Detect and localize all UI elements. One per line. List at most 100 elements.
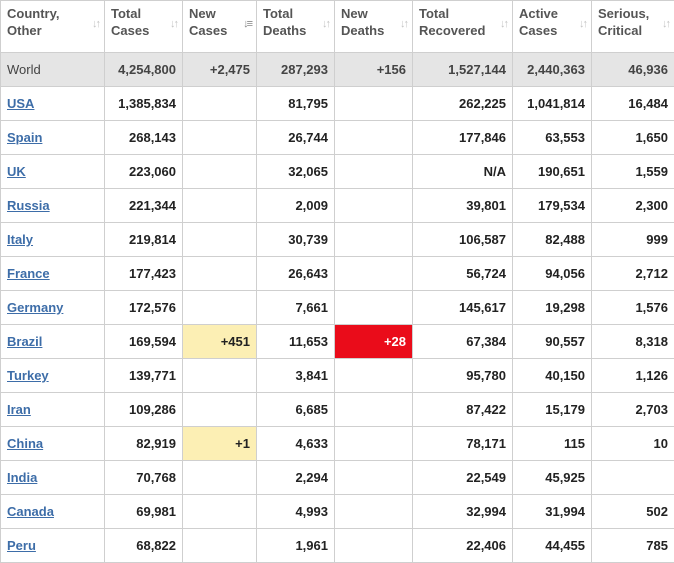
header-line-1: New: [341, 6, 368, 21]
total-deaths-cell: 4,993: [257, 495, 335, 529]
world-new-deaths: +156: [335, 53, 413, 87]
column-header-total-deaths[interactable]: Total Deaths ↓↑: [257, 1, 335, 53]
serious-critical-cell: 785: [592, 529, 674, 563]
sort-arrows-icon[interactable]: ↓↑: [662, 18, 669, 30]
new-cases-cell: [183, 155, 257, 189]
total-cases-cell: 221,344: [105, 189, 183, 223]
column-header-new-cases[interactable]: New Cases ↓≡: [183, 1, 257, 53]
serious-critical-cell: 1,126: [592, 359, 674, 393]
country-link[interactable]: India: [7, 470, 37, 485]
header-line-2: Deaths: [263, 23, 306, 38]
column-header-serious-critical[interactable]: Serious,Critical↓↑: [592, 1, 674, 53]
sort-arrows-icon[interactable]: ↓↑: [500, 18, 507, 30]
column-header-label: TotalCases: [111, 5, 176, 39]
total-recovered-cell: 32,994: [413, 495, 513, 529]
table-row: Spain268,14326,744177,84663,5531,650: [1, 121, 674, 155]
country-link[interactable]: Turkey: [7, 368, 49, 383]
table-row: France177,42326,64356,72494,0562,712: [1, 257, 674, 291]
total-deaths-cell: 26,643: [257, 257, 335, 291]
country-link[interactable]: Brazil: [7, 334, 42, 349]
header-line-2: Cases: [111, 23, 149, 38]
table-header: Country,Other↓↑TotalCases↓↑NewCases↓≡Tot…: [1, 1, 674, 53]
new-cases-cell: +451: [183, 325, 257, 359]
total-cases-cell: 82,919: [105, 427, 183, 461]
total-recovered-cell: 22,549: [413, 461, 513, 495]
total-cases-cell: 268,143: [105, 121, 183, 155]
table-row: Canada69,9814,99332,99431,994502: [1, 495, 674, 529]
new-deaths-cell: [335, 189, 413, 223]
total-cases-cell: 219,814: [105, 223, 183, 257]
table-row: Germany172,5767,661145,61719,2981,576: [1, 291, 674, 325]
country-link[interactable]: Iran: [7, 402, 31, 417]
sort-arrows-icon[interactable]: ↓↑: [579, 18, 586, 30]
active-cases-cell: 90,557: [513, 325, 592, 359]
total-recovered-cell: 262,225: [413, 87, 513, 121]
sort-arrows-icon[interactable]: ↓↑: [92, 18, 99, 30]
serious-critical-cell: 502: [592, 495, 674, 529]
active-cases-cell: 94,056: [513, 257, 592, 291]
total-recovered-cell: 39,801: [413, 189, 513, 223]
country-link[interactable]: Peru: [7, 538, 36, 553]
new-deaths-cell: [335, 291, 413, 325]
active-cases-cell: 115: [513, 427, 592, 461]
column-header-country-other[interactable]: Country,Other↓↑: [1, 1, 105, 53]
sort-arrows-icon[interactable]: ↓↑: [400, 18, 407, 30]
total-recovered-cell: 67,384: [413, 325, 513, 359]
sort-arrows-icon[interactable]: ↓↑: [170, 18, 177, 30]
total-recovered-cell: 106,587: [413, 223, 513, 257]
country-link[interactable]: Russia: [7, 198, 50, 213]
active-cases-cell: 19,298: [513, 291, 592, 325]
country-link[interactable]: Spain: [7, 130, 42, 145]
total-deaths-cell: 81,795: [257, 87, 335, 121]
world-active-cases: 2,440,363: [513, 53, 592, 87]
total-recovered-cell: 56,724: [413, 257, 513, 291]
column-header-total-cases[interactable]: TotalCases↓↑: [105, 1, 183, 53]
country-cell: Iran: [1, 393, 105, 427]
country-cell: Spain: [1, 121, 105, 155]
sort-arrows-icon[interactable]: ↓≡: [243, 18, 251, 30]
serious-critical-cell: 999: [592, 223, 674, 257]
table-row: Turkey139,7713,84195,78040,1501,126: [1, 359, 674, 393]
new-deaths-cell: +28: [335, 325, 413, 359]
column-header-new-deaths[interactable]: NewDeaths↓↑: [335, 1, 413, 53]
total-cases-cell: 68,822: [105, 529, 183, 563]
serious-critical-cell: 2,712: [592, 257, 674, 291]
total-recovered-cell: 145,617: [413, 291, 513, 325]
column-header-active-cases[interactable]: ActiveCases↓↑: [513, 1, 592, 53]
country-link[interactable]: France: [7, 266, 50, 281]
new-cases-cell: [183, 223, 257, 257]
country-link[interactable]: USA: [7, 96, 34, 111]
total-deaths-cell: 1,961: [257, 529, 335, 563]
header-line-1: Active: [519, 6, 558, 21]
header-line-1: Total: [263, 6, 293, 21]
column-header-label: ActiveCases: [519, 5, 585, 39]
header-row: Country,Other↓↑TotalCases↓↑NewCases↓≡Tot…: [1, 1, 674, 53]
serious-critical-cell: 2,300: [592, 189, 674, 223]
new-deaths-cell: [335, 121, 413, 155]
column-header-label: TotalRecovered: [419, 5, 506, 39]
new-cases-cell: [183, 121, 257, 155]
new-deaths-cell: [335, 427, 413, 461]
serious-critical-cell: 1,559: [592, 155, 674, 189]
header-line-2: Cases: [189, 23, 227, 38]
active-cases-cell: 31,994: [513, 495, 592, 529]
total-cases-cell: 70,768: [105, 461, 183, 495]
new-cases-cell: [183, 529, 257, 563]
country-link[interactable]: Germany: [7, 300, 63, 315]
country-link[interactable]: UK: [7, 164, 26, 179]
total-deaths-cell: 2,294: [257, 461, 335, 495]
sort-arrows-icon[interactable]: ↓↑: [322, 18, 329, 30]
country-cell: China: [1, 427, 105, 461]
column-header-total-recovered[interactable]: TotalRecovered↓↑: [413, 1, 513, 53]
country-link[interactable]: China: [7, 436, 43, 451]
new-cases-cell: [183, 359, 257, 393]
new-cases-cell: [183, 393, 257, 427]
active-cases-cell: 44,455: [513, 529, 592, 563]
country-link[interactable]: Italy: [7, 232, 33, 247]
active-cases-cell: 82,488: [513, 223, 592, 257]
country-cell: Germany: [1, 291, 105, 325]
country-link[interactable]: Canada: [7, 504, 54, 519]
header-line-1: New: [189, 6, 216, 21]
header-line-2: Critical: [598, 23, 642, 38]
total-deaths-cell: 2,009: [257, 189, 335, 223]
